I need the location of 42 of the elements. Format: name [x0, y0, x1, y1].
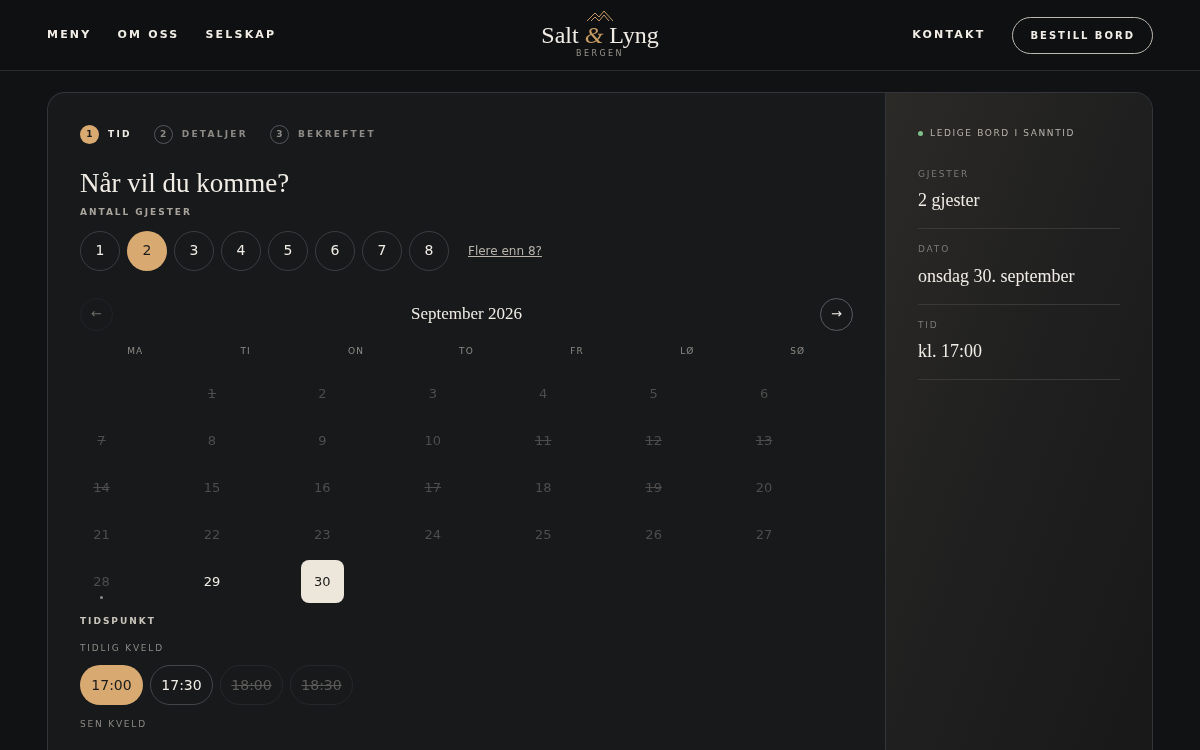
summary-value: onsdag 30. september	[918, 264, 1076, 288]
step-tab[interactable]: 3 BEKREFTET	[269, 125, 376, 144]
step-number: 1	[80, 125, 99, 144]
step-label: BEKREFTET	[297, 127, 376, 141]
time-slot-button[interactable]: 17:00	[80, 665, 143, 705]
weekday-label: ON	[347, 344, 366, 358]
calendar-day[interactable]: 29	[190, 560, 234, 603]
nav-link[interactable]: KONTAKT	[912, 26, 986, 44]
time-group-label: TIDLIG KVELD	[80, 641, 165, 655]
logo-text: Salt	[541, 22, 579, 48]
live-status-label: LEDIGE BORD I SANNTID	[930, 127, 1076, 140]
summary-value: kl. 17:00	[918, 340, 983, 363]
summary-label: GJESTER	[918, 167, 971, 181]
weekday-label: TI	[239, 344, 252, 358]
summary-label: TID	[918, 318, 940, 332]
section-label: TIDSPUNKT	[80, 615, 157, 628]
summary-label: DATO	[918, 243, 951, 256]
logo-ampersand: &	[584, 22, 604, 48]
nav-link[interactable]: OM OSS	[117, 26, 180, 44]
step-tab[interactable]: 2 DETALJER	[153, 125, 248, 144]
calendar-day[interactable]: 30	[300, 560, 344, 603]
month-title: September 2026	[411, 303, 522, 326]
logo[interactable]: Salt & Lyng BERGEN	[541, 10, 659, 60]
more-guests-link[interactable]: Flere enn 8?	[468, 241, 542, 260]
mountain-icon	[586, 10, 614, 22]
weekday-label: TO	[458, 344, 475, 358]
time-group-label: SEN KVELD	[80, 718, 148, 731]
logo-text: Lyng	[609, 22, 659, 48]
weekday-label: MA	[126, 344, 145, 358]
guest-count-button[interactable]: 2	[127, 230, 167, 271]
section-label: ANTALL GJESTER	[80, 206, 193, 219]
weekday-label: SØ	[789, 344, 807, 358]
step-label: DETALJER	[181, 127, 248, 141]
step-tab[interactable]: 1 TID	[80, 125, 132, 144]
nav-link[interactable]: MENY	[47, 26, 92, 44]
summary-value: 2 gjester	[918, 189, 981, 212]
step-label: TID	[108, 127, 132, 141]
page-heading: Når vil du komme?	[80, 167, 291, 199]
weekday-label: FR	[569, 344, 585, 358]
weekday-label: LØ	[679, 344, 696, 358]
nav-link[interactable]: SELSKAP	[205, 26, 277, 44]
logo-subtitle: BERGEN	[576, 49, 624, 60]
